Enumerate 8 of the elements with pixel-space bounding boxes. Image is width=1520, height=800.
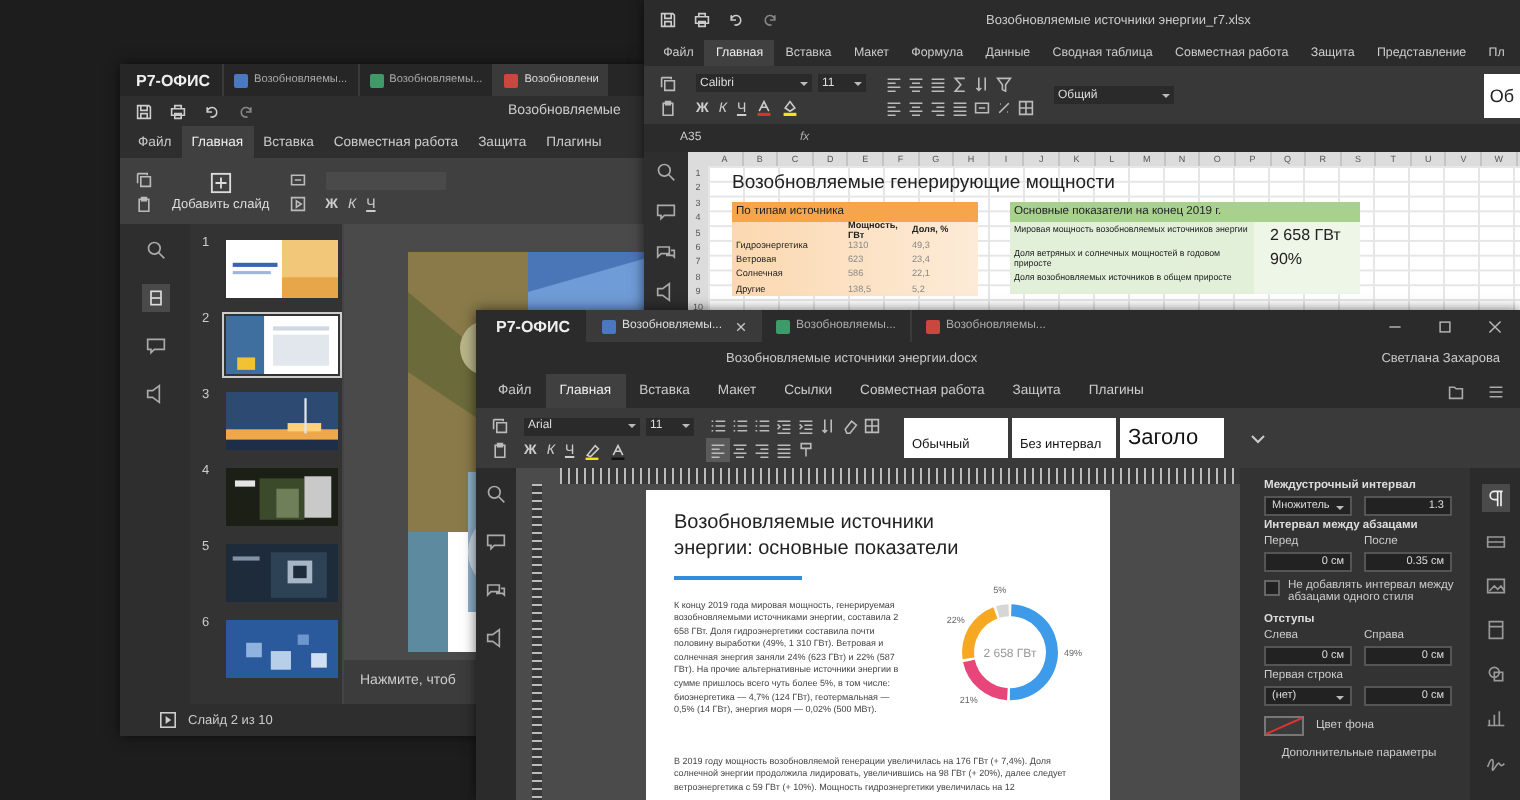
app-logo: Р7-ОФИС	[134, 71, 213, 89]
sheet-title: Возобновляемые генерирующие мощности	[732, 172, 1117, 198]
cell-style-preview[interactable]: Об	[1483, 73, 1520, 117]
document-heading: Возобновляемые источники энергии: основные показатели	[674, 510, 961, 562]
table-cell: 2 658 ГВт	[1254, 222, 1360, 246]
style-preset[interactable]: Заголо	[1120, 418, 1224, 458]
table-cell: 90%	[1254, 246, 1360, 270]
app-logo: Р7-ОФИС	[494, 317, 573, 335]
